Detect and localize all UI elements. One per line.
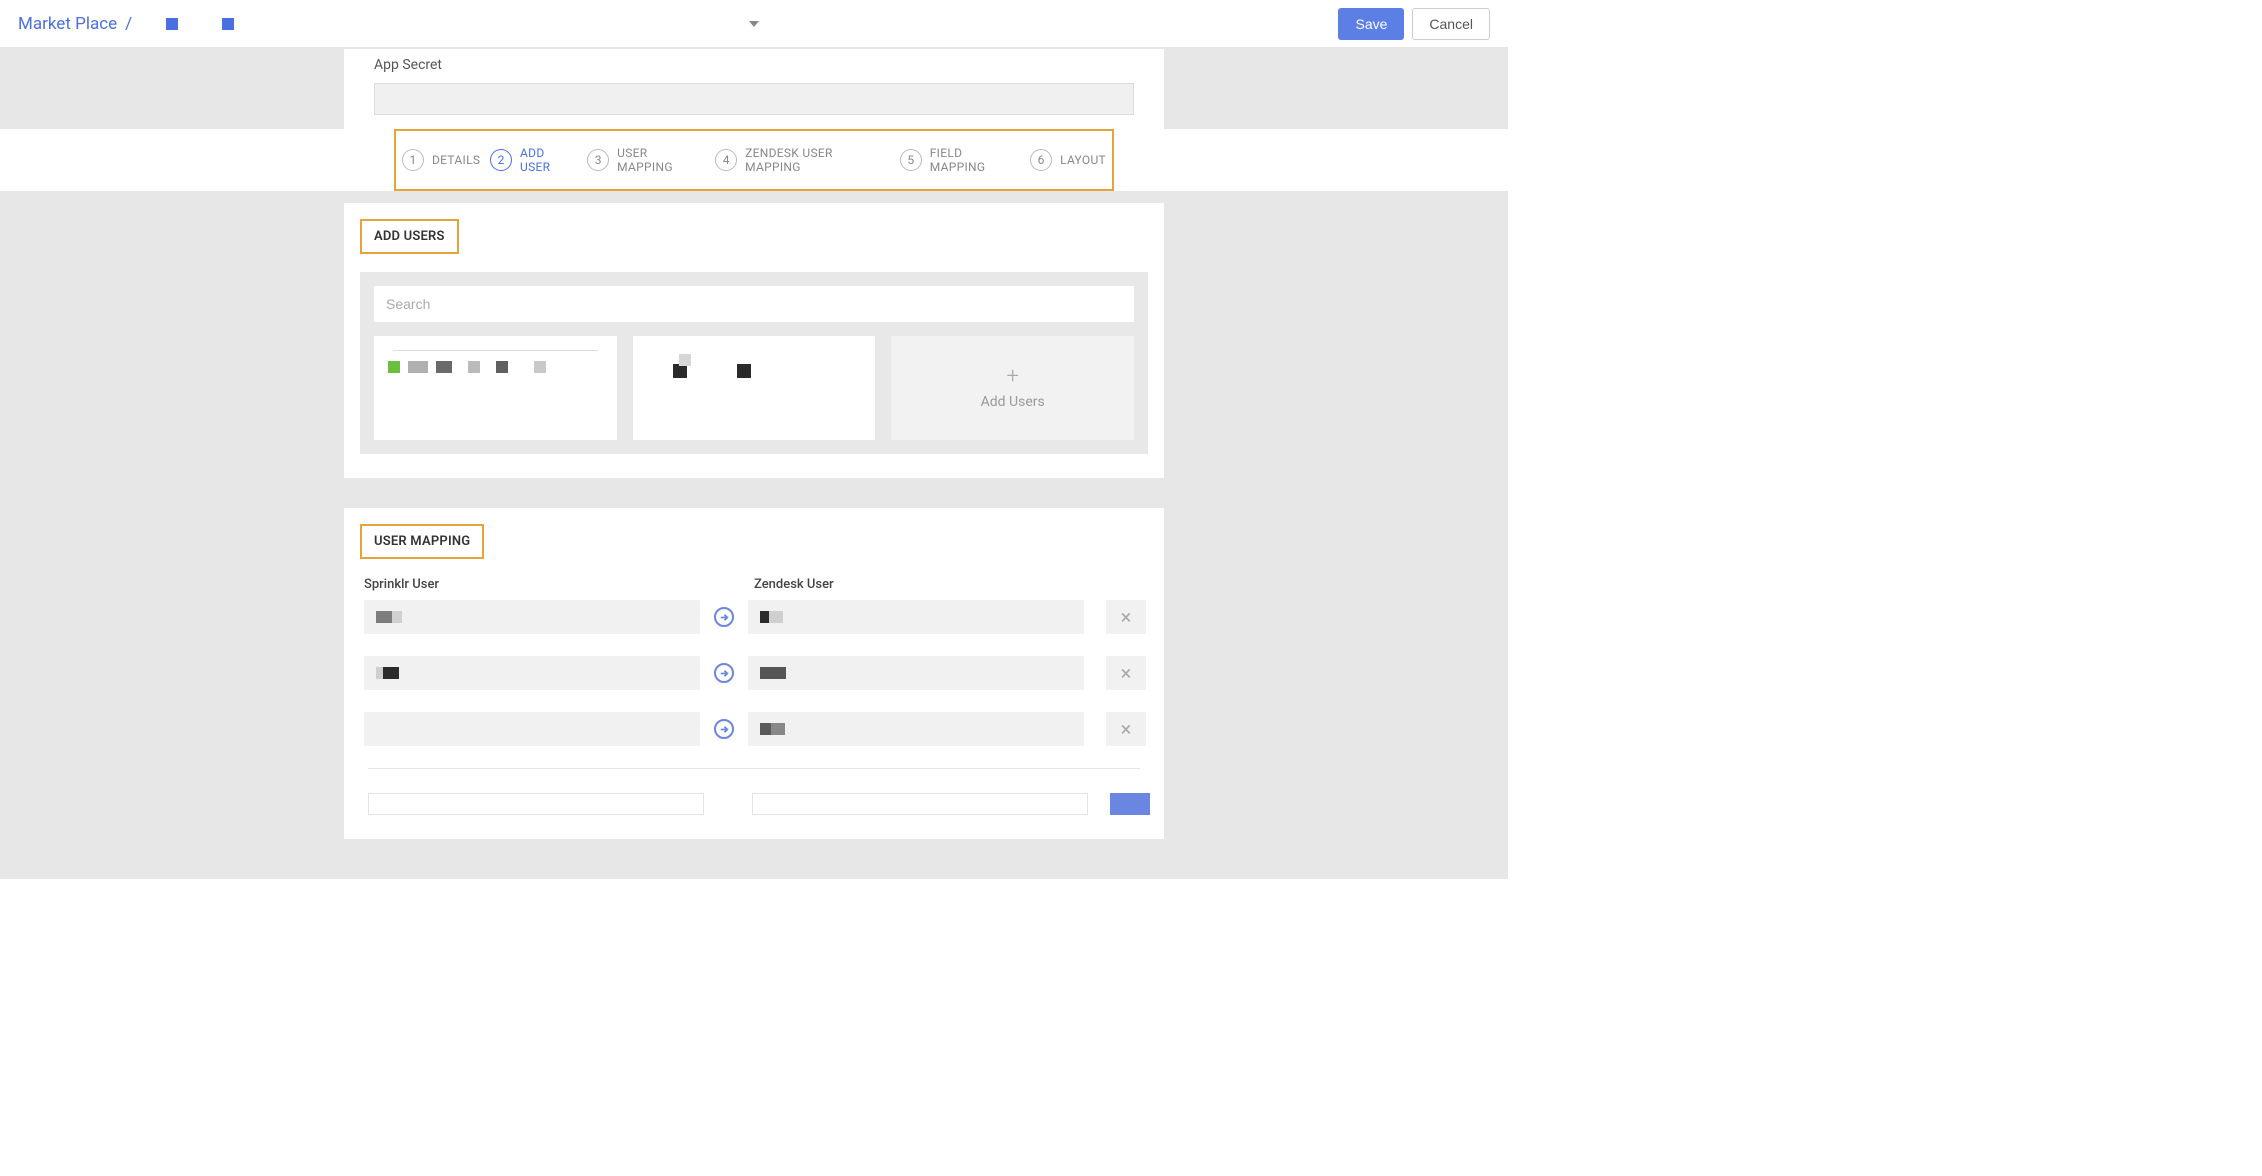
redacted-text (769, 611, 783, 623)
save-button[interactable]: Save (1338, 8, 1404, 40)
step-number: 5 (900, 149, 922, 171)
user-card[interactable] (374, 336, 617, 440)
status-dot-icon (388, 361, 400, 373)
sprinklr-user-cell[interactable] (364, 656, 700, 690)
step-number: 4 (715, 149, 737, 171)
step-number: 6 (1030, 149, 1052, 171)
mapping-row: × (364, 656, 1144, 690)
separator (0, 191, 1508, 203)
add-users-label: Add Users (981, 394, 1045, 410)
close-icon: × (1121, 605, 1132, 629)
sprinklr-user-cell[interactable] (364, 600, 700, 634)
sprinklr-user-input[interactable] (368, 793, 704, 815)
redacted-text (737, 364, 751, 378)
step-label: ADD USER (520, 146, 577, 174)
previous-section-peek: App Secret (344, 48, 1164, 129)
zendesk-user-cell[interactable] (748, 712, 1084, 746)
mapping-row: × (364, 600, 1144, 634)
close-icon: × (1121, 661, 1132, 685)
arrow-right-icon (714, 663, 734, 683)
remove-mapping-button[interactable]: × (1106, 600, 1146, 634)
add-users-container: + Add Users (360, 272, 1148, 454)
step-label: FIELD MAPPING (930, 146, 1020, 174)
step-number: 2 (490, 149, 512, 171)
step-user-mapping[interactable]: 3 USER MAPPING (587, 146, 705, 174)
plus-icon: + (1006, 366, 1018, 388)
step-details[interactable]: 1 DETAILS (402, 149, 480, 171)
add-users-panel: ADD USERS (344, 203, 1164, 478)
zendesk-user-input[interactable] (752, 793, 1088, 815)
user-mapping-panel: USER MAPPING Sprinklr User Zendesk User (344, 508, 1164, 839)
header-actions: Save Cancel (1338, 8, 1490, 40)
divider (368, 768, 1140, 769)
mapping-headers: Sprinklr User Zendesk User (360, 577, 1148, 592)
step-zendesk-user-mapping[interactable]: 4 ZENDESK USER MAPPING (715, 146, 890, 174)
redacted-text (383, 667, 399, 679)
step-label: ZENDESK USER MAPPING (745, 146, 890, 174)
user-card-content (384, 361, 607, 373)
breadcrumb-item-redacted-1 (166, 18, 178, 30)
sprinklr-user-header: Sprinklr User (364, 577, 700, 592)
remove-mapping-button[interactable]: × (1106, 712, 1146, 746)
redacted-text (496, 361, 508, 373)
step-add-user[interactable]: 2 ADD USER (490, 146, 577, 174)
wizard-stepper: 1 DETAILS 2 ADD USER 3 USER MAPPING 4 ZE… (394, 129, 1114, 191)
user-card-content (643, 346, 866, 378)
card-divider (393, 350, 598, 351)
redacted-text (392, 611, 402, 623)
breadcrumb-separator: / (125, 14, 132, 34)
breadcrumb: Market Place / (18, 14, 234, 34)
add-mapping-button[interactable] (1110, 793, 1150, 815)
step-label: LAYOUT (1060, 153, 1106, 167)
top-header: Market Place / Save Cancel (0, 0, 1508, 48)
mapping-rows: × × (360, 600, 1148, 815)
breadcrumb-item-redacted-2 (222, 18, 234, 30)
app-secret-field[interactable] (374, 83, 1134, 115)
user-cards-row: + Add Users (374, 336, 1134, 440)
new-mapping-row (364, 793, 1144, 815)
cancel-button[interactable]: Cancel (1412, 8, 1490, 40)
redacted-text (760, 667, 786, 679)
redacted-text (534, 361, 546, 373)
panel-gap (0, 478, 1508, 508)
zendesk-user-cell[interactable] (748, 656, 1084, 690)
step-number: 3 (587, 149, 609, 171)
page-body: App Secret 1 DETAILS 2 ADD USER 3 USER M… (0, 48, 1508, 879)
redacted-text (771, 723, 785, 735)
redacted-text (408, 361, 428, 373)
stepper-bar: 1 DETAILS 2 ADD USER 3 USER MAPPING 4 ZE… (0, 129, 1508, 191)
sprinklr-user-cell[interactable] (364, 712, 700, 746)
step-field-mapping[interactable]: 5 FIELD MAPPING (900, 146, 1020, 174)
search-input[interactable] (374, 286, 1134, 322)
user-mapping-title: USER MAPPING (360, 524, 484, 559)
close-icon: × (1121, 717, 1132, 741)
redacted-text (468, 361, 480, 373)
redacted-text (673, 364, 687, 378)
redacted-text (436, 361, 452, 373)
step-label: USER MAPPING (617, 146, 705, 174)
step-number: 1 (402, 149, 424, 171)
step-layout[interactable]: 6 LAYOUT (1030, 149, 1106, 171)
user-card[interactable] (633, 336, 876, 440)
add-users-card[interactable]: + Add Users (891, 336, 1134, 440)
dropdown-caret-icon[interactable] (749, 21, 759, 27)
arrow-right-icon (714, 719, 734, 739)
zendesk-user-cell[interactable] (748, 600, 1084, 634)
arrow-right-icon (714, 607, 734, 627)
step-label: DETAILS (432, 153, 480, 167)
mapping-row: × (364, 712, 1144, 746)
add-users-title: ADD USERS (360, 219, 459, 254)
breadcrumb-root-link[interactable]: Market Place (18, 14, 117, 34)
app-secret-label: App Secret (374, 49, 1134, 77)
zendesk-user-header: Zendesk User (754, 577, 834, 592)
remove-mapping-button[interactable]: × (1106, 656, 1146, 690)
